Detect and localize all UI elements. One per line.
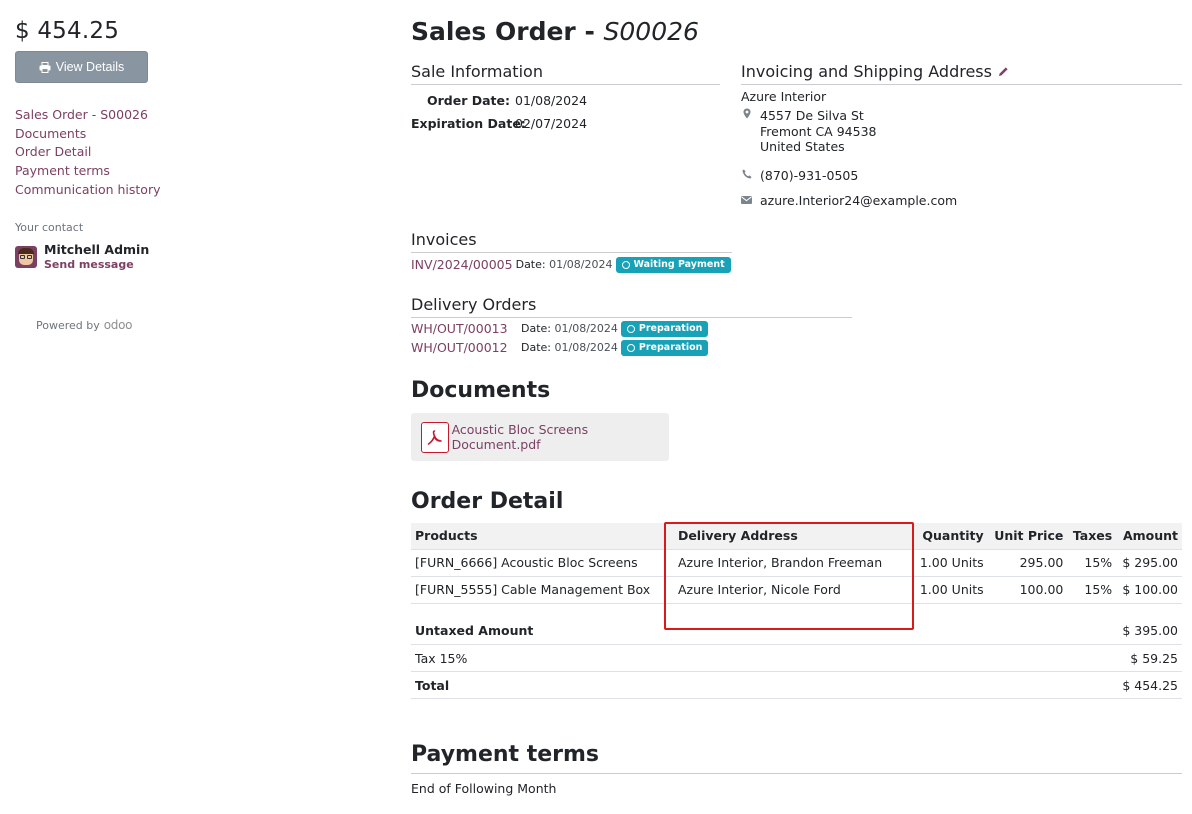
untaxed-amount-value: $ 395.00 <box>923 617 1182 645</box>
col-unit-price: Unit Price <box>987 523 1068 549</box>
documents-section: Documents Acoustic Bloc Screens Document… <box>411 378 669 461</box>
order-reference: S00026 <box>603 17 699 46</box>
order-lines-table: Products Delivery Address Quantity Unit … <box>411 523 1182 604</box>
address-email: azure.Interior24@example.com <box>760 193 958 208</box>
toc-item-documents[interactable]: Documents <box>15 126 86 141</box>
document-card[interactable]: Acoustic Bloc Screens Document.pdf <box>411 413 669 461</box>
clock-icon <box>621 260 630 269</box>
delivery-link[interactable]: WH/OUT/00013 <box>411 321 518 336</box>
cell-unit-price: 100.00 <box>987 575 1068 604</box>
cell-amount: $ 295.00 <box>1116 548 1182 576</box>
cell-delivery-address: Azure Interior, Nicole Ford <box>673 575 916 604</box>
total-label: Total <box>411 671 924 699</box>
toc-list: Sales Order - S00026 Documents Order Det… <box>15 106 235 199</box>
pencil-icon[interactable] <box>998 66 1009 77</box>
delivery-date: Date: 01/08/2024 <box>521 341 618 354</box>
clock-icon <box>626 324 635 333</box>
expiration-date-label: Expiration Date: <box>411 116 526 131</box>
page-title: Sales Order - S00026 <box>411 17 699 46</box>
invoice-date: Date: 01/08/2024 <box>515 258 613 271</box>
sidebar: $ 454.25 View Details Sales Order - S000… <box>15 18 235 332</box>
totals-table: Untaxed Amount $ 395.00 Tax 15% $ 59.25 … <box>411 617 1182 699</box>
payment-terms-section: Payment terms End of Following Month <box>411 742 1182 796</box>
cell-quantity: 1.00 Units <box>915 575 988 604</box>
send-message-link[interactable]: Send message <box>44 257 149 272</box>
address-city: Fremont CA 94538 <box>760 123 877 139</box>
powered-by-label: Powered by <box>36 318 100 332</box>
col-amount: Amount <box>1116 523 1182 549</box>
payment-terms-text: End of Following Month <box>411 781 557 796</box>
total-value: $ 454.25 <box>923 671 1182 699</box>
delivery-heading: Delivery Orders <box>411 295 852 318</box>
clock-icon <box>626 343 635 352</box>
cell-product: [FURN_6666] Acoustic Bloc Screens <box>411 548 674 576</box>
toc-item-payment-terms[interactable]: Payment terms <box>15 163 110 178</box>
documents-heading: Documents <box>411 378 551 403</box>
col-taxes: Taxes <box>1067 523 1117 549</box>
sale-info-heading: Sale Information <box>411 62 720 85</box>
order-date-label: Order Date: <box>427 93 510 108</box>
invoice-row: INV/2024/00005 Date: 01/08/2024 Waiting … <box>411 255 732 274</box>
sale-information: Sale Information Order Date: 01/08/2024 … <box>411 62 720 130</box>
envelope-icon <box>741 193 752 209</box>
page-title-prefix: Sales Order - <box>411 17 604 46</box>
status-badge: Preparation <box>620 320 709 337</box>
cell-quantity: 1.00 Units <box>915 548 988 576</box>
phone-icon <box>741 168 752 184</box>
invoice-link[interactable]: INV/2024/00005 <box>411 257 513 272</box>
delivery-row: WH/OUT/00012 Date: 01/08/2024 Preparatio… <box>411 338 852 357</box>
order-detail-heading: Order Detail <box>411 489 564 514</box>
powered-by: Powered by odoo <box>36 318 235 332</box>
col-quantity: Quantity <box>915 523 988 549</box>
payment-terms-heading: Payment terms <box>411 742 1182 774</box>
col-delivery-address: Delivery Address <box>673 523 916 549</box>
order-detail-section: Order Detail Products Delivery Address Q… <box>411 489 1182 699</box>
col-products: Products <box>411 523 674 549</box>
address-phone: (870)-931-0505 <box>760 167 859 183</box>
tax-value: $ 59.25 <box>923 644 1182 672</box>
cell-unit-price: 295.00 <box>987 548 1068 576</box>
cell-product: [FURN_5555] Cable Management Box <box>411 575 674 604</box>
toc-item-order-detail[interactable]: Order Detail <box>15 144 91 159</box>
odoo-logo[interactable]: odoo <box>104 318 133 332</box>
toc-item-sales-order[interactable]: Sales Order - S00026 <box>15 107 148 122</box>
cell-taxes: 15% <box>1067 548 1117 576</box>
delivery-link[interactable]: WH/OUT/00012 <box>411 340 518 355</box>
untaxed-amount-label: Untaxed Amount <box>411 617 924 645</box>
delivery-orders-section: Delivery Orders WH/OUT/00013 Date: 01/08… <box>411 295 852 357</box>
address-heading: Invoicing and Shipping Address <box>741 62 992 81</box>
toc-item-communication-history[interactable]: Communication history <box>15 182 161 197</box>
invoices-section: Invoices INV/2024/00005 Date: 01/08/2024… <box>411 230 732 274</box>
cell-amount: $ 100.00 <box>1116 575 1182 604</box>
avatar <box>15 246 37 269</box>
tax-label: Tax 15% <box>411 644 924 672</box>
address-country: United States <box>760 139 845 154</box>
cell-delivery-address: Azure Interior, Brandon Freeman <box>673 548 916 576</box>
pdf-icon <box>421 421 449 453</box>
table-row: [FURN_5555] Cable Management Box Azure I… <box>411 575 1182 604</box>
invoicing-shipping-address: Invoicing and Shipping Address Azure Int… <box>741 62 1182 209</box>
sidebar-amount-total: $ 454.25 <box>15 18 120 44</box>
contact-heading: Your contact <box>15 221 84 235</box>
document-link[interactable]: Acoustic Bloc Screens Document.pdf <box>452 422 669 452</box>
address-street: 4557 De Silva St <box>760 108 864 123</box>
delivery-date: Date: 01/08/2024 <box>521 322 618 335</box>
invoices-heading: Invoices <box>411 230 732 253</box>
view-details-label: View Details <box>55 60 125 74</box>
status-badge: Waiting Payment <box>615 256 731 273</box>
map-marker-icon <box>741 108 752 155</box>
table-row: [FURN_6666] Acoustic Bloc Screens Azure … <box>411 548 1182 576</box>
order-date-value: 01/08/2024 <box>515 93 588 108</box>
delivery-row: WH/OUT/00013 Date: 01/08/2024 Preparatio… <box>411 319 852 338</box>
contact-card: Mitchell Admin Send message <box>15 242 235 272</box>
view-details-button[interactable]: View Details <box>15 51 148 83</box>
contact-name: Mitchell Admin <box>44 242 150 258</box>
status-badge: Preparation <box>620 339 709 356</box>
expiration-date-value: 02/07/2024 <box>515 116 588 131</box>
address-name: Azure Interior <box>741 89 827 104</box>
cell-taxes: 15% <box>1067 575 1117 604</box>
printer-icon <box>39 61 51 73</box>
